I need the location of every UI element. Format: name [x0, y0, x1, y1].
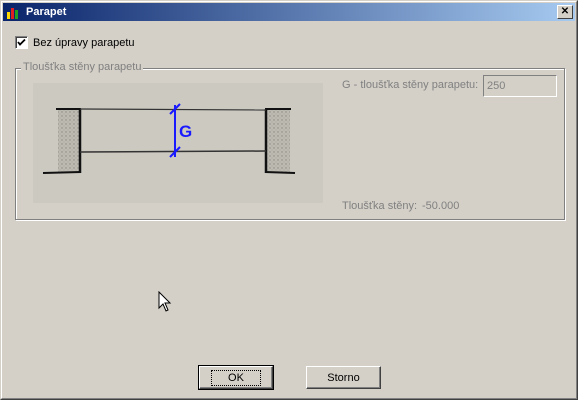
parapet-lines — [79, 108, 267, 153]
ok-button-label: OK — [211, 369, 261, 386]
group-legend: Tloušťka stěny parapetu — [21, 61, 144, 73]
bar-chart-icon — [5, 4, 21, 20]
wall-thickness-label: Tloušťka stěny: — [342, 200, 418, 212]
window-title: Parapet — [26, 6, 67, 18]
no-parapet-adjust-checkbox[interactable] — [15, 36, 28, 49]
cancel-button-label: Storno — [327, 371, 360, 384]
parapet-dialog: Parapet ✕ Bez úpravy parapetu Tloušťka s… — [0, 0, 578, 400]
parapet-diagram: G — [33, 83, 323, 203]
left-wall — [42, 108, 82, 174]
dimension-label: G — [179, 122, 192, 141]
close-icon: ✕ — [560, 6, 570, 17]
wall-thickness-value: -50.000 — [422, 200, 460, 212]
close-button[interactable]: ✕ — [557, 5, 573, 19]
checkmark-icon — [17, 38, 26, 46]
right-wall — [264, 108, 296, 174]
mouse-pointer-icon — [158, 290, 172, 316]
title-bar[interactable]: Parapet ✕ — [3, 3, 575, 21]
no-parapet-adjust-row[interactable]: Bez úpravy parapetu — [15, 36, 135, 49]
cancel-button[interactable]: Storno — [306, 366, 381, 389]
ok-button[interactable]: OK — [198, 365, 274, 390]
g-thickness-label: G - tloušťka stěny parapetu: — [342, 79, 479, 91]
g-thickness-input[interactable] — [483, 75, 557, 97]
no-parapet-adjust-label: Bez úpravy parapetu — [33, 36, 135, 49]
